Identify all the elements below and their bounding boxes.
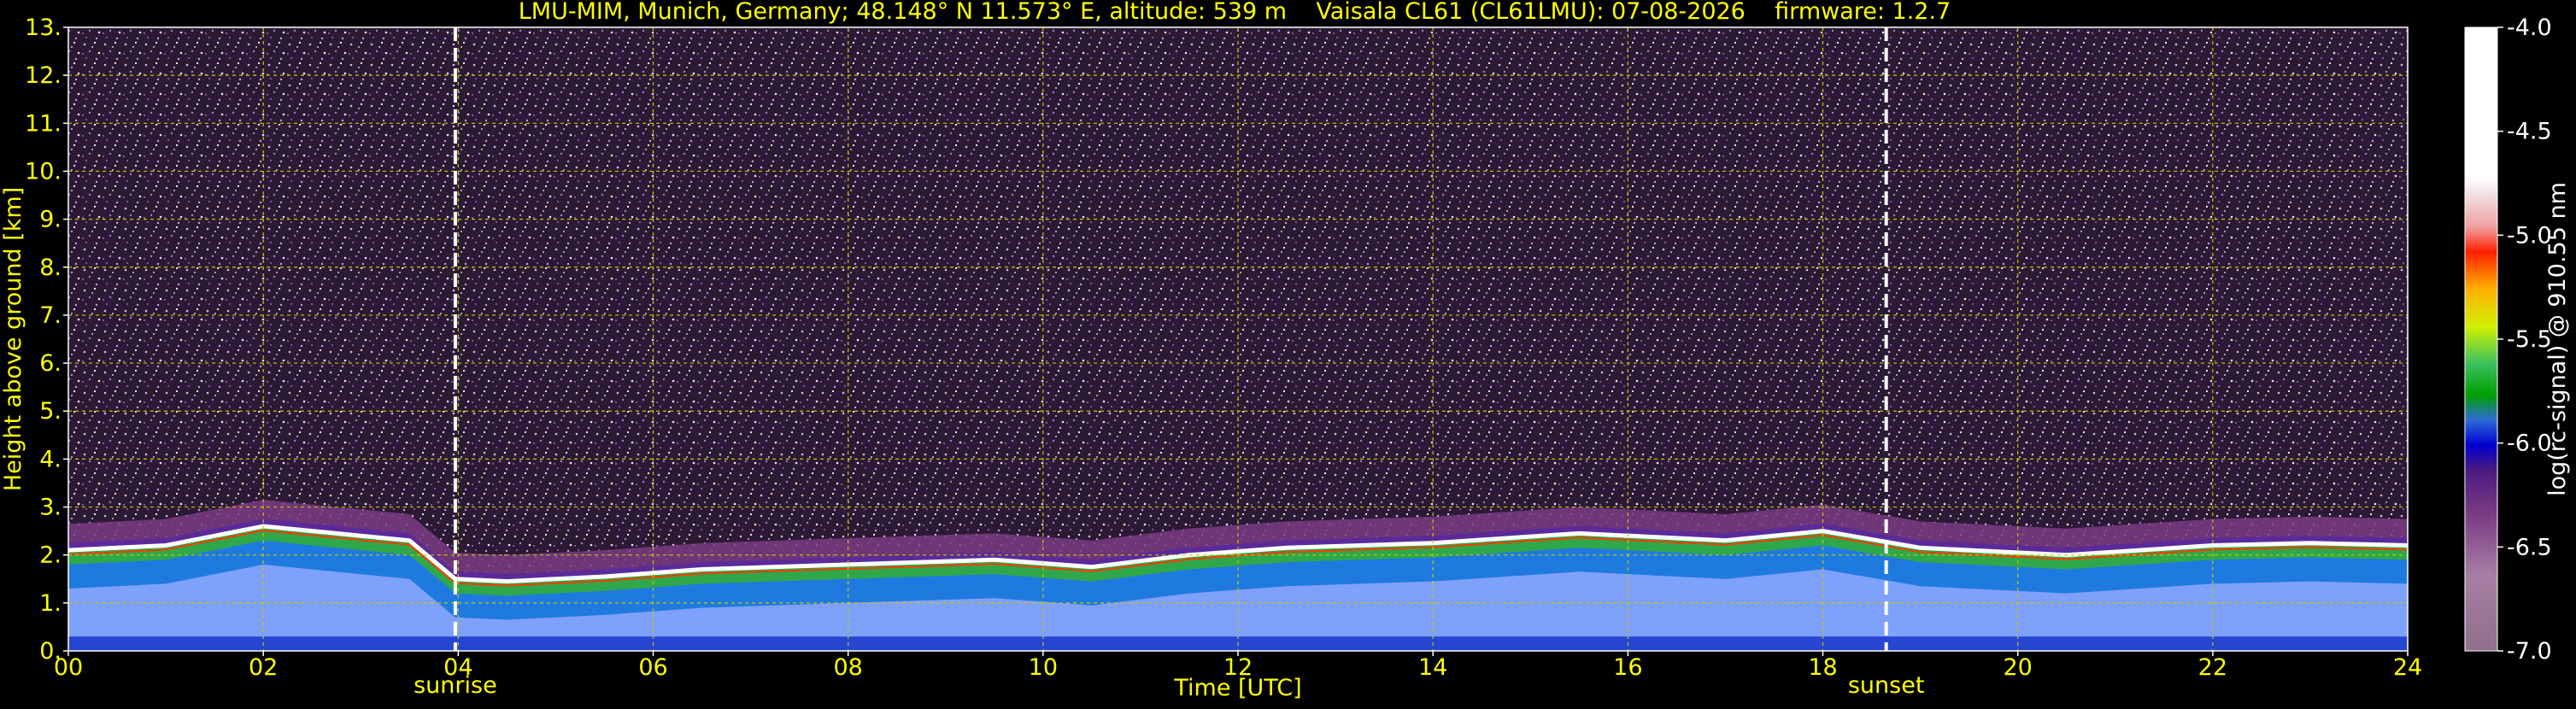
x-tick-label: 22 [2198,654,2227,681]
y-tick-label: 9. [39,207,62,233]
ceilometer-chart: LMU-MIM, Munich, Germany; 48.148° N 11.5… [0,0,2576,706]
x-tick-label: 08 [833,654,862,681]
chart-svg: LMU-MIM, Munich, Germany; 48.148° N 11.5… [0,0,2571,701]
sunset-label: sunset [1848,672,1925,699]
x-tick-label: 10 [1029,654,1058,681]
colorbar-tick-label: -7.0 [2507,638,2552,665]
x-tick-label: 20 [2003,654,2032,681]
y-tick-label: 5. [39,398,62,425]
y-tick-label: 1. [39,590,62,617]
colorbar-label: log(rc-signal) @ 910.55 nm [2544,182,2571,496]
x-tick-label: 06 [638,654,667,681]
x-tick-label: 18 [1808,654,1837,681]
x-tick-label: 04 [443,654,472,681]
colorbar-tick-label: -4.0 [2507,15,2552,41]
x-tick-label: 24 [2393,654,2422,681]
x-tick-label: 02 [249,654,278,681]
y-tick-label: 2. [39,542,62,569]
y-tick-label: 0. [39,638,62,665]
y-tick-label: 11. [25,110,62,137]
y-tick-label: 3. [39,495,62,521]
y-tick-label: 8. [39,255,62,281]
y-tick-labels: 0. 1. 2. 3. 4. 5. 6. 7. 8. 9. 10. 11. 12. 13. [25,15,68,665]
y-tick-label: 7. [39,302,62,329]
y-tick-label: 6. [39,350,62,377]
colorbar-tick-label: -4.5 [2507,119,2552,145]
y-tick-label: 12. [25,62,62,89]
x-tick-label: 14 [1418,654,1447,681]
y-axis-label: Height above ground [km] [0,187,26,491]
x-tick-label: 16 [1613,654,1642,681]
colorbar [2464,26,2498,652]
y-tick-label: 13. [25,15,62,41]
x-axis-label: Time [UTC] [1173,675,1301,701]
colorbar-tick-label: -6.5 [2507,534,2552,560]
y-tick-label: 10. [25,158,62,185]
chart-title: LMU-MIM, Munich, Germany; 48.148° N 11.5… [519,0,1951,25]
y-tick-label: 4. [39,446,62,472]
